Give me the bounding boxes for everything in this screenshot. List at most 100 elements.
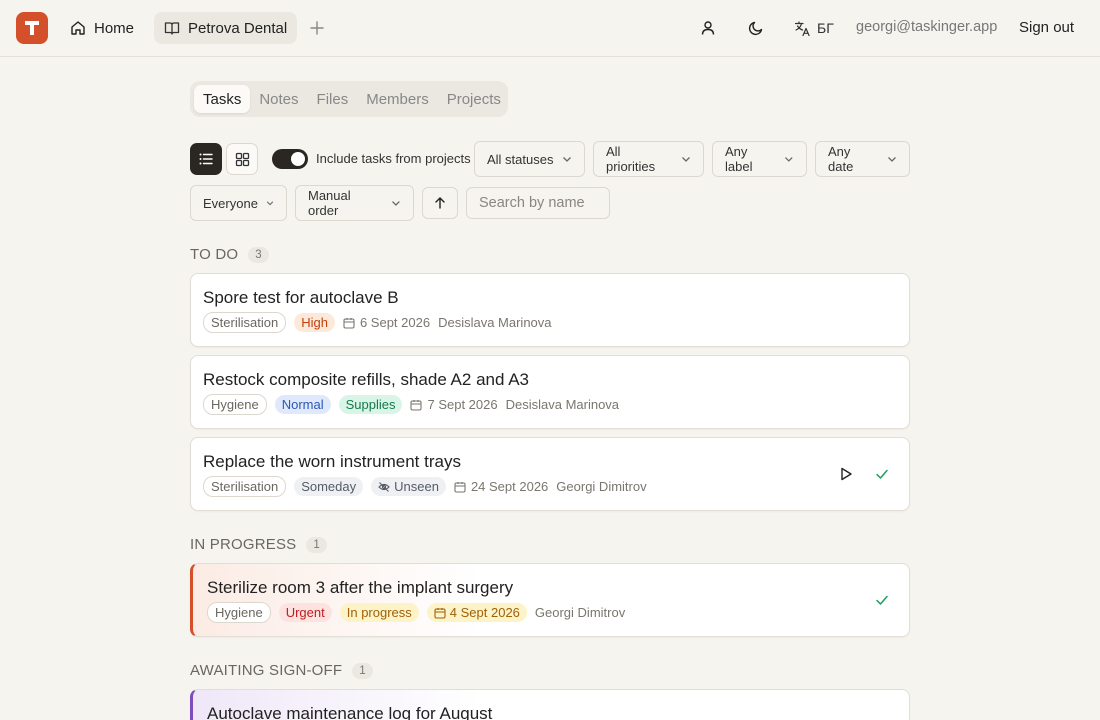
assignee-filter[interactable]: Everyone (190, 185, 287, 221)
task-card[interactable]: Restock composite refills, shade A2 and … (190, 355, 910, 429)
label-filter-value: Any label (725, 144, 753, 174)
theme-toggle-button[interactable] (742, 14, 770, 42)
order-select[interactable]: Manual order (295, 185, 414, 221)
complete-task-button[interactable] (868, 460, 896, 488)
label-filter[interactable]: Any label (712, 141, 807, 177)
eye-off-icon (378, 481, 390, 492)
section-title: IN PROGRESS (190, 536, 297, 553)
search-input[interactable] (466, 187, 610, 219)
user-icon (701, 21, 715, 35)
priority-badge: Someday (294, 477, 364, 496)
tab-projects[interactable]: Projects (438, 85, 510, 113)
workspace-tabs: Tasks Notes Files Members Projects (190, 81, 508, 117)
calendar-icon (410, 399, 423, 411)
calendar-icon (434, 607, 446, 619)
list-icon (199, 153, 213, 165)
list-view-button[interactable] (190, 143, 222, 175)
task-card[interactable]: Autoclave maintenance log for August (190, 689, 910, 720)
home-label: Home (94, 19, 135, 37)
task-meta: Sterilisation Someday Unseen 24 Sept 202… (203, 476, 647, 497)
task-title: Autoclave maintenance log for August (207, 704, 493, 720)
due-date-text: 4 Sept 2026 (449, 605, 520, 620)
check-icon (876, 469, 888, 479)
task-assignee: Georgi Dimitrov (556, 479, 647, 494)
date-filter-value: Any date (828, 144, 854, 174)
tab-members[interactable]: Members (357, 85, 438, 113)
tab-notes[interactable]: Notes (250, 85, 307, 113)
due-date-text: 24 Sept 2026 (470, 479, 549, 494)
book-open-icon (164, 22, 180, 35)
task-due-date: 4 Sept 2026 (426, 603, 527, 622)
profile-button[interactable] (694, 14, 722, 42)
priority-filter[interactable]: All priorities (593, 141, 704, 177)
calendar-icon (454, 481, 466, 493)
play-icon (841, 467, 852, 481)
section-count-badge: 1 (306, 536, 327, 553)
due-date-text: 7 Sept 2026 (427, 397, 498, 412)
task-assignee: Georgi Dimitrov (534, 605, 626, 620)
home-icon (71, 21, 85, 35)
logo-t-icon (25, 21, 39, 35)
section-count-badge: 1 (352, 662, 373, 679)
priority-badge: Normal (274, 395, 331, 414)
plus-icon (310, 21, 324, 35)
task-tag: Sterilisation (203, 312, 287, 333)
date-filter[interactable]: Any date (815, 141, 910, 177)
translate-icon (794, 20, 810, 36)
check-icon (876, 595, 888, 605)
task-due-date: 7 Sept 2026 (410, 397, 498, 412)
status-filter-value: All statuses (487, 151, 554, 167)
complete-task-button[interactable] (868, 586, 896, 614)
chevron-down-icon (682, 157, 690, 162)
task-title: Replace the worn instrument trays (203, 452, 461, 471)
chevron-down-icon (392, 201, 400, 206)
status-filter[interactable]: All statuses (474, 141, 585, 177)
order-select-value: Manual order (308, 188, 351, 218)
calendar-icon (343, 317, 355, 329)
top-bar: Home Petrova Dental БГ georgi@taskinger.… (0, 0, 1100, 57)
workspace-label: Petrova Dental (188, 19, 288, 37)
unseen-label: Unseen (394, 479, 439, 494)
task-meta: Hygiene Urgent In progress 4 Sept 2026 G… (207, 602, 625, 623)
section-awaiting-header: AWAITING SIGN-OFF 1 (190, 662, 373, 679)
task-card[interactable]: Spore test for autoclave B Sterilisation… (190, 273, 910, 347)
task-assignee: Desislava Marinova (505, 397, 620, 412)
grid-view-button[interactable] (226, 143, 258, 175)
priority-badge: Urgent (278, 603, 332, 622)
task-tag: Hygiene (203, 394, 267, 415)
task-tag: Sterilisation (203, 476, 287, 497)
task-title: Sterilize room 3 after the implant surge… (207, 578, 514, 597)
section-in-progress-header: IN PROGRESS 1 (190, 536, 327, 553)
task-card[interactable]: Replace the worn instrument trays Steril… (190, 437, 910, 511)
task-tag: Hygiene (207, 602, 271, 623)
section-count-badge: 3 (248, 246, 269, 263)
sort-direction-button[interactable] (422, 187, 458, 219)
include-projects-toggle[interactable] (272, 149, 308, 169)
section-title: TO DO (190, 246, 239, 263)
start-task-button[interactable] (832, 460, 860, 488)
task-meta: Hygiene Normal Supplies 7 Sept 2026 Desi… (203, 394, 619, 415)
task-due-date: 6 Sept 2026 (343, 315, 430, 330)
workspace-tab[interactable]: Petrova Dental (154, 12, 298, 44)
task-card[interactable]: Sterilize room 3 after the implant surge… (190, 563, 910, 637)
add-workspace-button[interactable] (305, 14, 329, 42)
section-todo-header: TO DO 3 (190, 246, 269, 263)
chevron-down-icon (266, 201, 274, 206)
home-link[interactable]: Home (62, 12, 142, 44)
grid-icon (235, 152, 249, 166)
toggle-knob (291, 152, 305, 166)
due-date-text: 6 Sept 2026 (359, 315, 431, 330)
section-title: AWAITING SIGN-OFF (190, 662, 343, 679)
user-email: georgi@taskinger.app (856, 19, 998, 35)
label-badge: Supplies (338, 395, 403, 414)
language-switcher[interactable]: БГ (794, 14, 834, 42)
tab-files[interactable]: Files (308, 85, 358, 113)
assignee-filter-value: Everyone (203, 195, 258, 211)
tab-tasks[interactable]: Tasks (194, 85, 251, 113)
app-logo[interactable] (16, 12, 48, 44)
task-due-date: 24 Sept 2026 (454, 479, 548, 494)
task-assignee: Desislava Marinova (438, 315, 552, 330)
task-meta: Sterilisation High 6 Sept 2026 Desislava… (203, 312, 552, 333)
task-title: Spore test for autoclave B (203, 288, 399, 307)
sign-out-button[interactable]: Sign out (1019, 19, 1074, 36)
